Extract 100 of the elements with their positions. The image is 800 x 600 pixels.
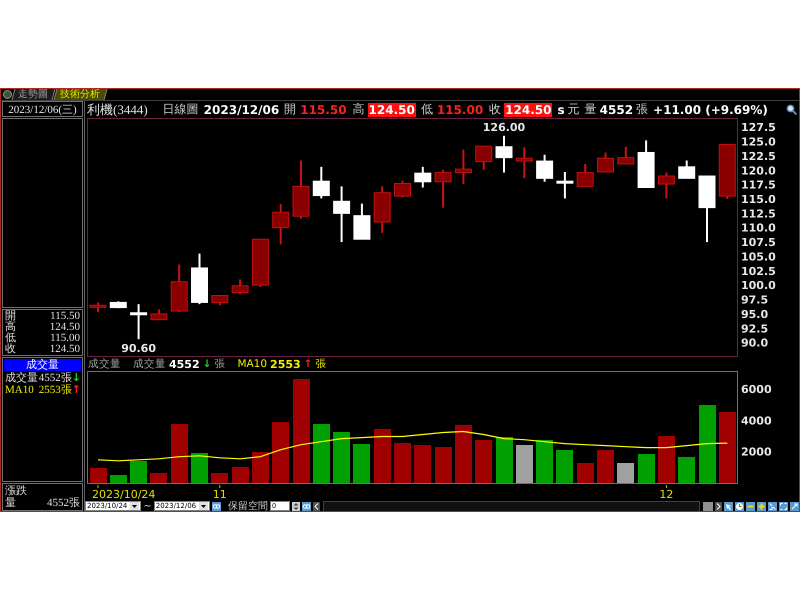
candlestick: [454, 150, 472, 184]
volume-bar: [475, 440, 492, 483]
quote-label: 開: [5, 311, 16, 322]
volume-bar: [435, 447, 452, 483]
volume-bar: [394, 443, 411, 483]
scroll-thumb[interactable]: [703, 502, 713, 510]
quote-label: 收: [5, 344, 16, 355]
volume-bar: [353, 444, 370, 483]
candlestick: [414, 166, 432, 188]
indicator-label: 成交量: [5, 372, 38, 384]
candlestick: [211, 294, 228, 306]
indicator-value: 4552張: [38, 372, 72, 384]
candlestick: [232, 279, 249, 294]
candlestick: [191, 254, 208, 304]
candlestick: [516, 147, 533, 178]
quote-label: 開: [284, 101, 296, 118]
axis-label: 105.0: [741, 250, 776, 264]
volume-bar: [313, 424, 330, 483]
indicator-label: MA10: [5, 384, 34, 396]
candlestick: [374, 186, 391, 233]
trend-arrow: ↓: [72, 371, 81, 384]
candlestick: [333, 186, 350, 242]
indicator-value: 4552: [169, 358, 200, 370]
quote-value: 115.00: [49, 333, 80, 344]
axis-label: 110.0: [741, 222, 776, 235]
candlestick: [718, 144, 736, 199]
tab[interactable]: 走勢圖: [12, 89, 56, 100]
period-label: 日線圖: [162, 101, 199, 118]
axis-label: 102.5: [741, 264, 776, 278]
axis-label: 95.0: [741, 308, 768, 321]
volume-value: 4552: [600, 102, 634, 116]
volume-bar: [272, 422, 289, 483]
reserve-label: 保留空間: [228, 500, 268, 511]
indicator-value: 2553張: [38, 384, 72, 396]
candlestick: [638, 140, 655, 188]
axis-label: 2023/10/24: [92, 488, 156, 500]
candlestick: [90, 302, 106, 312]
axis-label: 12: [659, 488, 674, 500]
search-icon[interactable]: [786, 104, 797, 115]
currency-label: 元: [568, 101, 580, 118]
volume-bar: [597, 450, 614, 483]
candlestick: [678, 160, 696, 179]
candlestick: [353, 204, 370, 240]
axis-label: 115.0: [741, 193, 776, 206]
volume-label: 量: [584, 101, 597, 118]
axis-label: 120.0: [741, 164, 776, 178]
volume-bar: [150, 473, 167, 483]
fit-icon[interactable]: [779, 502, 788, 510]
candlestick: [496, 136, 512, 173]
candlestick: [597, 152, 614, 172]
plus-icon[interactable]: [757, 502, 766, 510]
candlestick: [698, 176, 716, 242]
volume-bar: [556, 450, 573, 483]
volume-bar: [333, 432, 350, 483]
trend-arrow: ↓: [202, 358, 212, 370]
shrink-icon[interactable]: [768, 502, 777, 510]
candlestick: [658, 172, 675, 198]
chart-title: 成交量: [88, 357, 121, 371]
tab[interactable]: 技術分析: [54, 89, 108, 100]
quote-label: 低: [420, 101, 433, 118]
tick-mark: [219, 484, 220, 488]
quote-value: 124.50: [368, 102, 416, 116]
quote-value: 115.00: [436, 102, 484, 116]
volume-bar: [719, 412, 736, 483]
scroll-right-icon[interactable]: [715, 502, 722, 510]
volume-bar: [658, 436, 675, 483]
candlestick: [252, 238, 269, 287]
axis-label: 127.5: [741, 121, 776, 134]
expand-icon[interactable]: [790, 502, 799, 510]
volume-bar: [374, 429, 391, 483]
quote-date: 2023/12/06: [204, 102, 280, 116]
unit-label: s: [557, 102, 565, 116]
link-icon[interactable]: [302, 502, 312, 510]
circle-icon[interactable]: [3, 90, 12, 99]
volume-value: 4552張: [46, 497, 80, 509]
candlestick: [475, 146, 492, 170]
axis-label: 122.5: [741, 150, 776, 163]
volume-bar: [130, 461, 147, 483]
link-icon[interactable]: [212, 502, 222, 510]
tick-mark: [666, 484, 667, 488]
stock-name: 利機(3444): [87, 100, 148, 118]
quote-value: 124.50: [48, 322, 80, 333]
quote-label: 低: [5, 333, 16, 344]
candlestick: [292, 160, 310, 219]
clock-icon[interactable]: [735, 502, 744, 510]
cursor-icon[interactable]: [724, 502, 733, 510]
quote-label: 高: [5, 322, 16, 333]
volume-bar: [232, 467, 249, 483]
axis-label: 90.0: [741, 336, 768, 350]
volume-bar: [414, 445, 431, 483]
price-annotation: 90.60: [121, 342, 156, 356]
quote-label: 收: [489, 101, 502, 118]
spinner-icon[interactable]: [292, 502, 300, 510]
volume-bar: [516, 445, 533, 483]
candlestick: [312, 166, 330, 198]
scroll-left-icon[interactable]: [313, 502, 320, 510]
volume-label: 量: [5, 497, 17, 509]
volume-bar: [496, 437, 513, 483]
minus-icon[interactable]: [746, 502, 755, 510]
indicator-unit: 張: [315, 357, 326, 371]
